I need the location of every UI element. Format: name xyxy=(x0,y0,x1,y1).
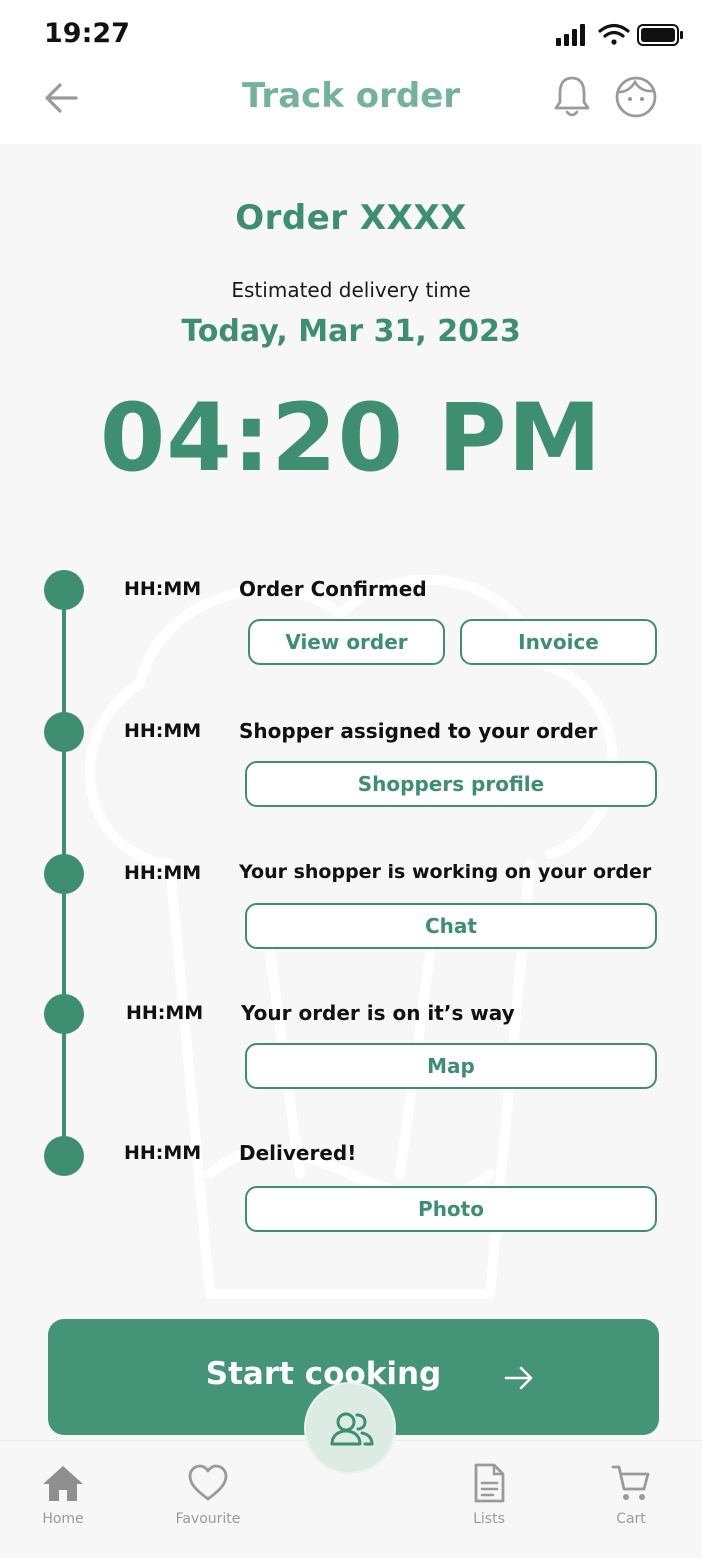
step-time: HH:MM xyxy=(124,862,202,884)
app-header: Track order xyxy=(0,62,702,144)
step-label: Order Confirmed xyxy=(239,577,427,601)
timeline-dot xyxy=(44,994,84,1034)
chat-button[interactable]: Chat xyxy=(245,903,657,949)
nav-favourite-label: Favourite xyxy=(175,1511,241,1527)
eta-date: Today, Mar 31, 2023 xyxy=(181,314,521,349)
photo-button[interactable]: Photo xyxy=(245,1186,657,1232)
step-time: HH:MM xyxy=(124,1142,202,1164)
nav-lists[interactable]: Lists xyxy=(444,1463,534,1527)
wifi-icon xyxy=(598,23,630,45)
step-time: HH:MM xyxy=(126,1002,204,1024)
nav-home[interactable]: Home xyxy=(18,1463,108,1527)
document-icon xyxy=(474,1463,505,1503)
step-label: Delivered! xyxy=(239,1141,357,1165)
page-title: Track order xyxy=(241,76,461,116)
step-label: Your shopper is working on your order xyxy=(239,861,652,883)
step-label: Shopper assigned to your order xyxy=(239,719,598,743)
timeline-dot xyxy=(44,712,84,752)
status-bar: 19:27 xyxy=(0,0,702,62)
nav-cart-label: Cart xyxy=(616,1511,646,1527)
home-icon xyxy=(43,1466,83,1501)
profile-avatar[interactable] xyxy=(613,74,659,120)
status-icons xyxy=(556,22,686,50)
view-order-button[interactable]: View order xyxy=(248,619,445,665)
map-button[interactable]: Map xyxy=(245,1043,657,1089)
step-time: HH:MM xyxy=(124,720,202,742)
invoice-button[interactable]: Invoice xyxy=(460,619,657,665)
shoppers-profile-button[interactable]: Shoppers profile xyxy=(245,761,657,807)
timeline-dot xyxy=(44,854,84,894)
face-icon xyxy=(615,76,657,118)
track-order-content: Order XXXX Estimated delivery time Today… xyxy=(0,144,702,1440)
bell-icon xyxy=(554,76,590,117)
nav-favourite[interactable]: Favourite xyxy=(163,1463,253,1527)
timeline-dot xyxy=(44,570,84,610)
community-fab-button[interactable] xyxy=(304,1382,396,1474)
cart-icon xyxy=(611,1465,650,1500)
users-icon xyxy=(330,1412,374,1446)
battery-icon xyxy=(637,24,683,46)
signal-icon xyxy=(556,24,585,46)
order-title: Order XXXX xyxy=(235,198,467,238)
nav-lists-label: Lists xyxy=(473,1511,505,1527)
timeline-dot xyxy=(44,1136,84,1176)
heart-icon xyxy=(188,1464,228,1501)
eta-time: 04:20 PM xyxy=(99,384,603,493)
notifications-button[interactable] xyxy=(550,74,594,120)
nav-home-label: Home xyxy=(42,1511,84,1527)
eta-label: Estimated delivery time xyxy=(231,278,471,302)
status-time: 19:27 xyxy=(44,18,130,49)
nav-cart[interactable]: Cart xyxy=(586,1463,676,1527)
arrow-right-icon xyxy=(504,1366,533,1390)
step-label: Your order is on it’s way xyxy=(241,1001,515,1025)
step-time: HH:MM xyxy=(124,578,202,600)
